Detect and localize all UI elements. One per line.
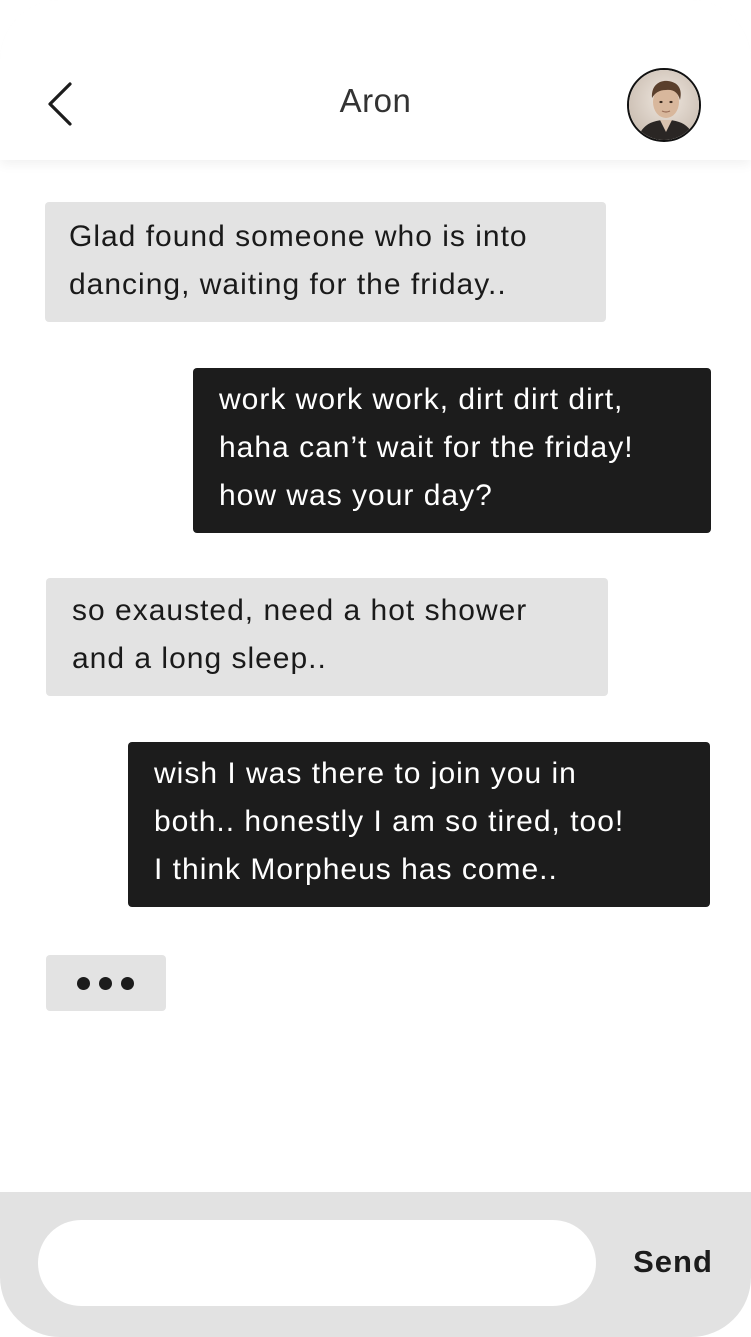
message-composer: Send [0,1192,751,1337]
chat-header: Aron [0,0,751,160]
message-bubble-incoming: Glad found someone who is into dancing, … [45,202,606,322]
message-line: both.. honestly I am so tired, too! [154,805,625,838]
message-line: so exausted, need a hot shower [72,594,528,627]
message-line: how was your day? [219,479,493,512]
message-line: work work work, dirt dirt dirt, [219,383,624,416]
chat-screen: Aron Glad found someone who is into danc… [0,0,751,1337]
message-line: haha can’t wait for the friday! [219,431,634,464]
message-input[interactable] [38,1220,596,1306]
message-line: Glad found someone who is into [69,220,528,253]
message-line: dancing, waiting for the friday.. [69,268,507,301]
typing-indicator [46,955,166,1011]
message-bubble-outgoing: wish I was there to join you in both.. h… [128,742,710,907]
message-bubble-incoming: so exausted, need a hot shower and a lon… [46,578,608,696]
avatar-portrait [629,70,699,140]
send-button[interactable]: Send [618,1240,728,1284]
message-bubble-outgoing: work work work, dirt dirt dirt, haha can… [193,368,711,533]
message-line: and a long sleep.. [72,642,327,675]
message-line: wish I was there to join you in [154,757,577,790]
message-line: I think Morpheus has come.. [154,853,558,886]
contact-avatar[interactable] [627,68,701,142]
